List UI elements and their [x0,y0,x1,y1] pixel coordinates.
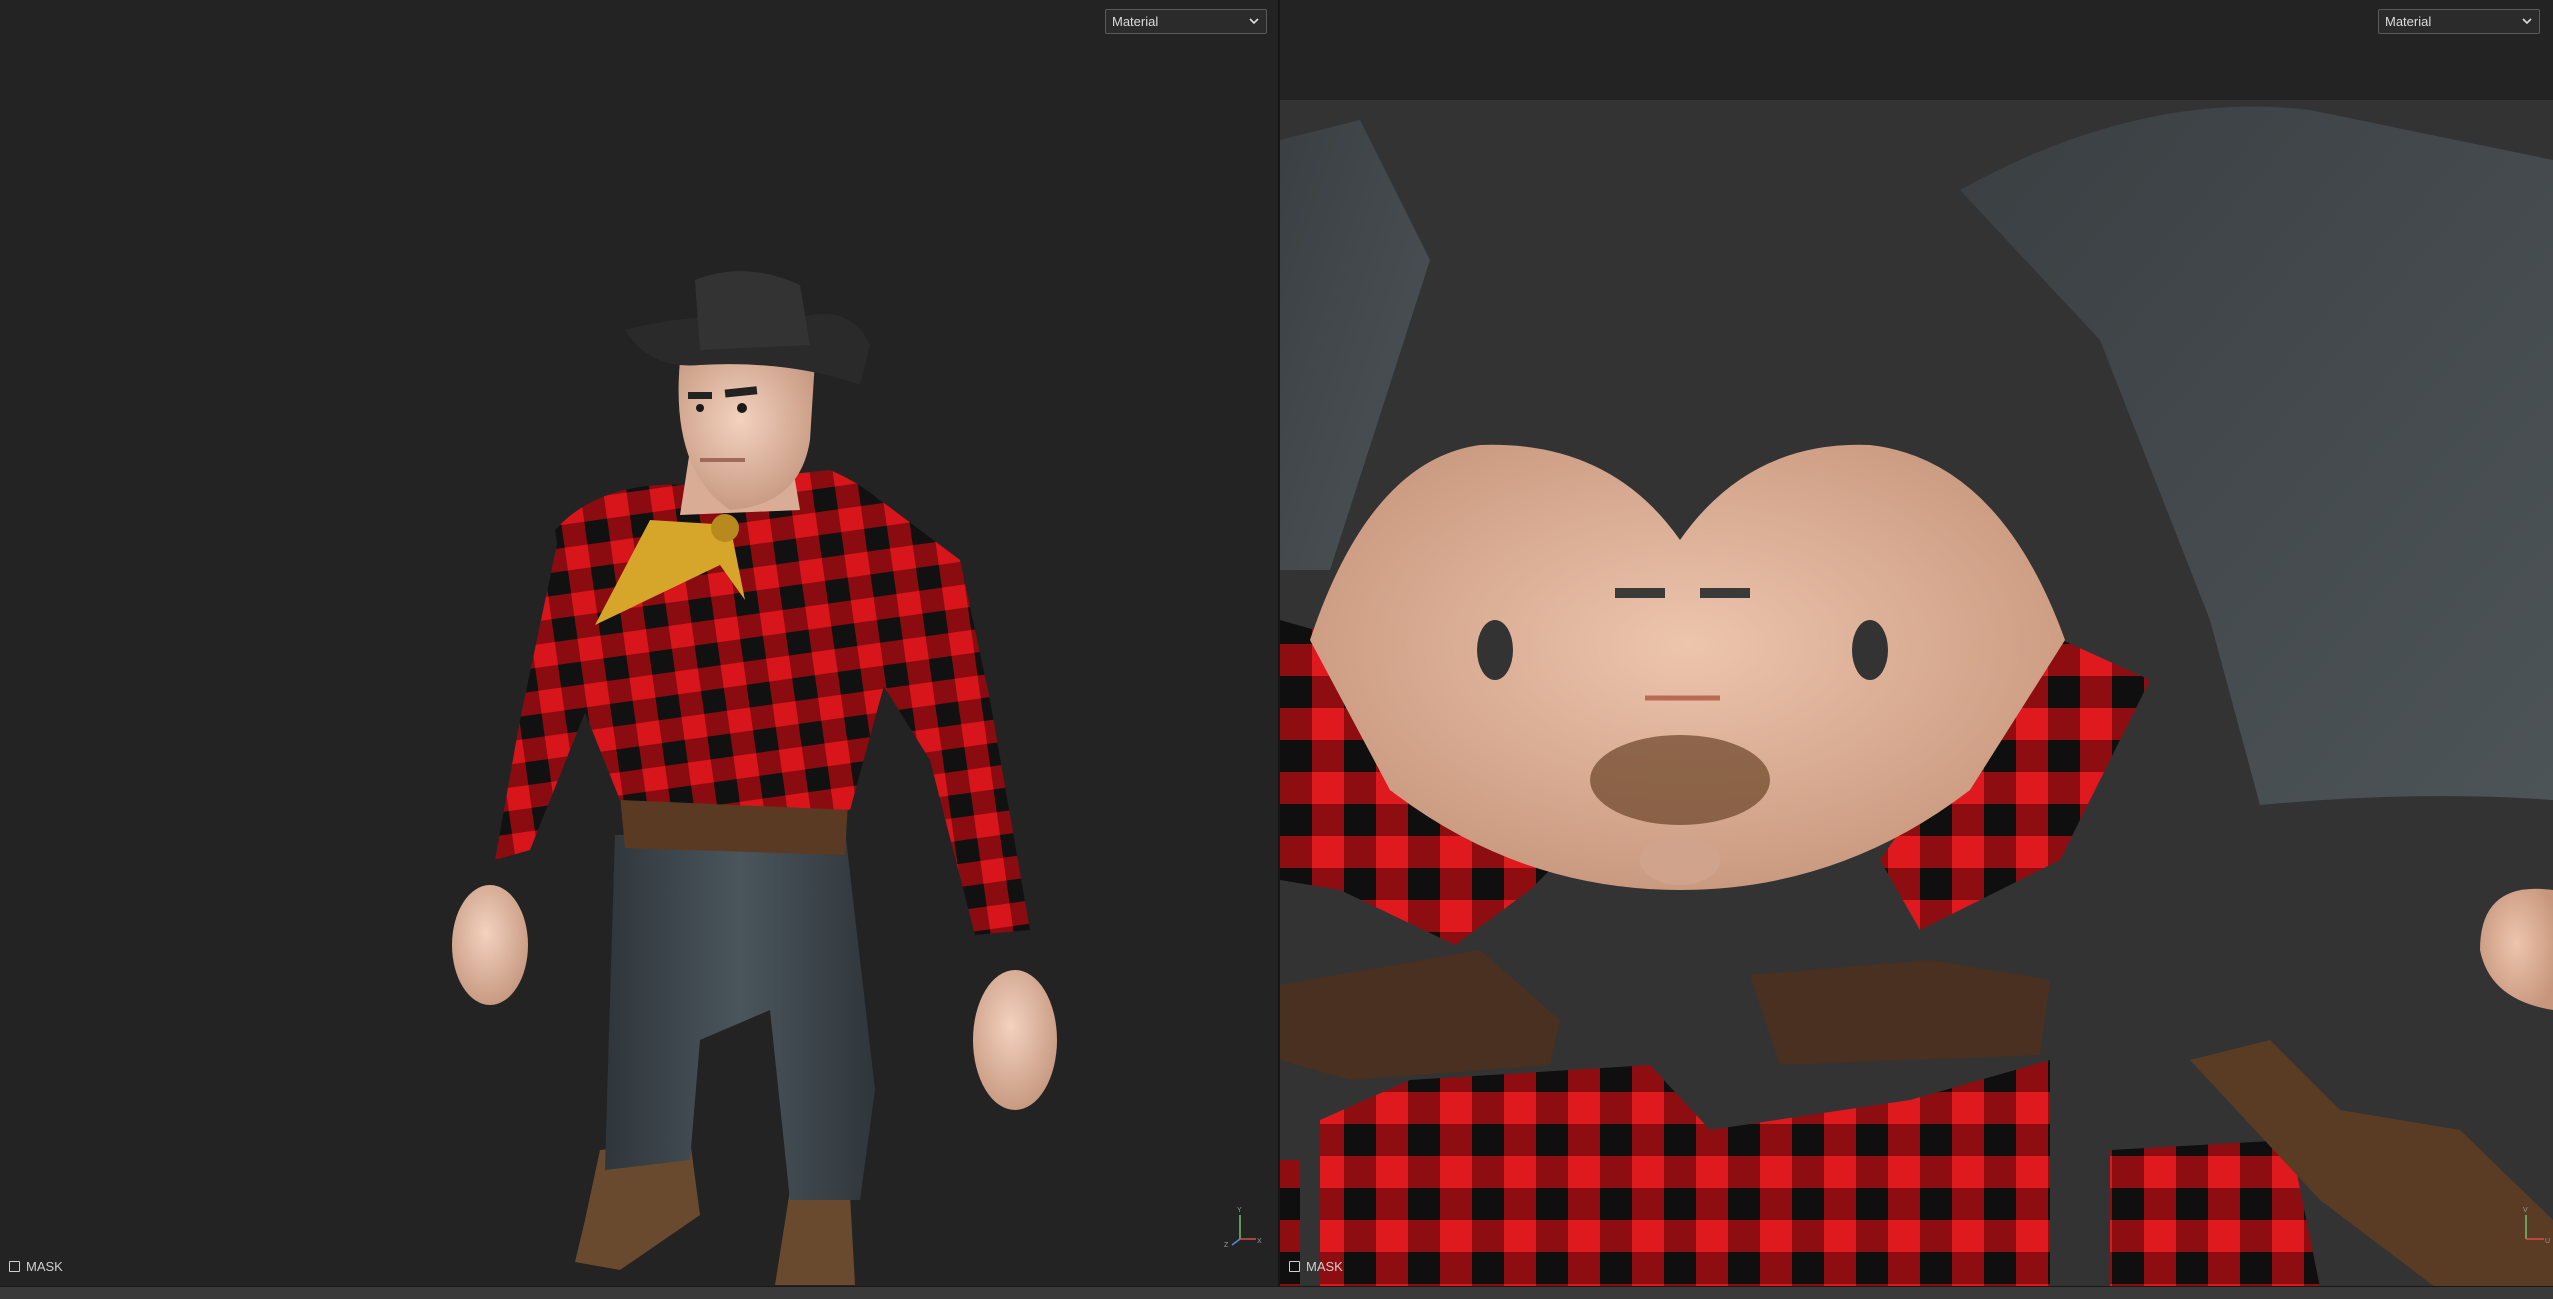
mask-toggle-2d[interactable]: MASK [1289,1259,1343,1275]
viewport-2d-uv[interactable]: Material V U MASK [1280,0,2553,1287]
uv-texture-map [1280,106,2553,1287]
axis-z-label: Z [1224,1242,1229,1247]
chevron-down-icon [1249,18,1259,25]
axis-x-label: X [1257,1238,1262,1245]
axis-u-label: U [2545,1238,2550,1245]
material-dropdown-label: Material [2385,14,2432,29]
uv-axis-gizmo-icon: V U [2523,1207,2550,1245]
axis-v-label: V [2523,1207,2528,1214]
mask-label: MASK [1306,1259,1343,1274]
bottom-status-bar [0,1286,2553,1299]
axis-y-label: Y [1237,1207,1242,1214]
chevron-down-icon [2522,18,2532,25]
mask-checkbox[interactable] [1289,1261,1300,1272]
viewport-3d[interactable]: Material Y X Z MASK [0,0,1280,1287]
mask-label: MASK [26,1259,63,1274]
material-dropdown-2d[interactable]: Material [2378,9,2540,34]
character-model-3d [452,271,1057,1285]
mask-toggle-3d[interactable]: MASK [9,1259,63,1275]
material-dropdown-3d[interactable]: Material [1105,9,1267,34]
mask-checkbox[interactable] [9,1261,20,1272]
axis-gizmo-icon: Y X Z [1224,1207,1262,1247]
material-dropdown-label: Material [1112,14,1159,29]
uv-texture-canvas[interactable] [1280,100,2553,1287]
